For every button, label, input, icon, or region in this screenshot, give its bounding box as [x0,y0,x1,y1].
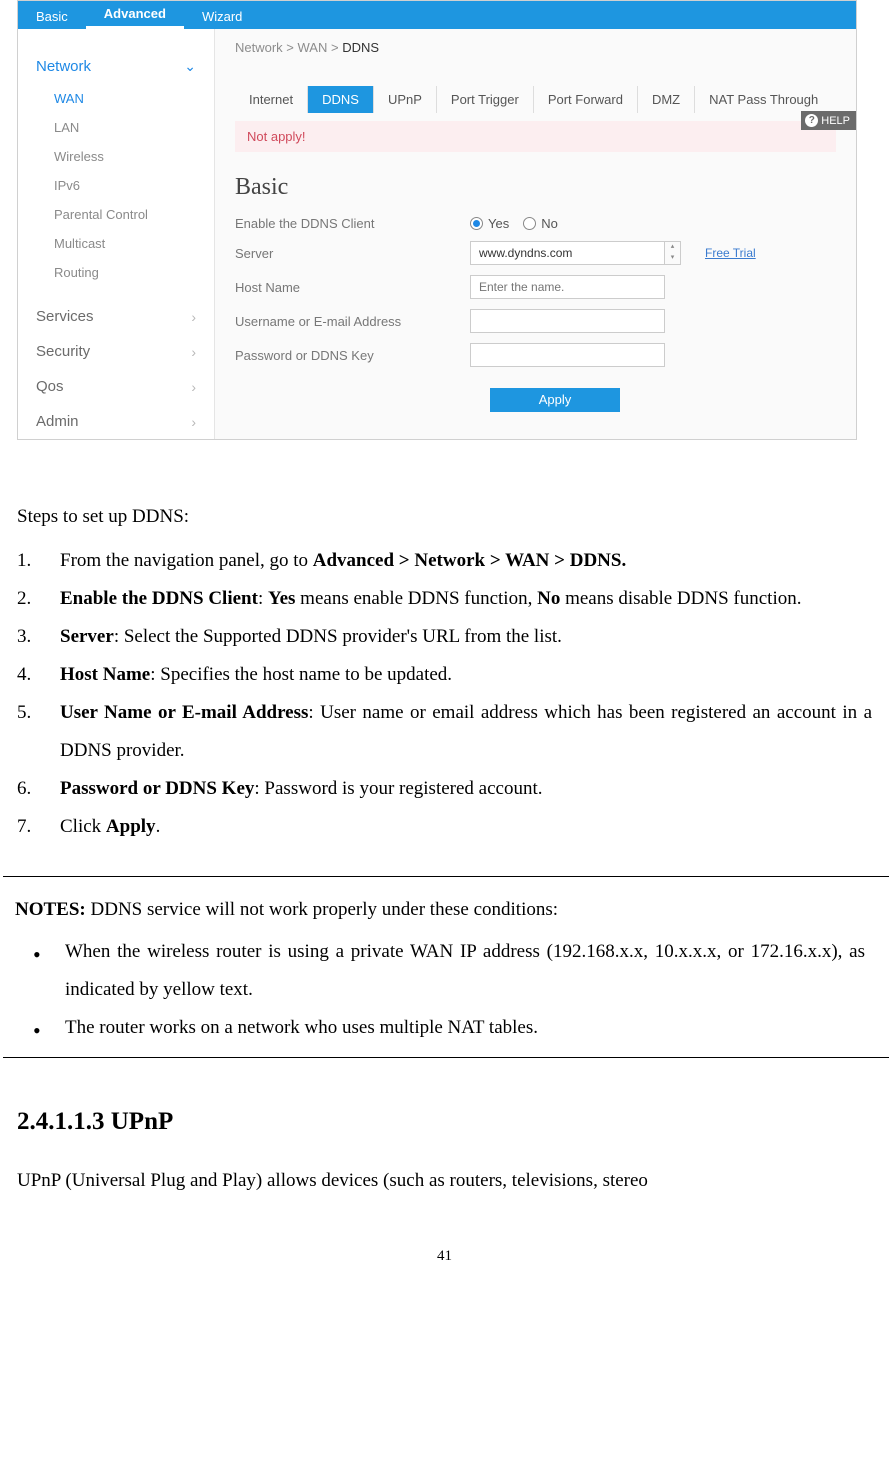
apply-button[interactable]: Apply [490,388,620,412]
sidebar-section-network[interactable]: Network ⌄ [18,49,214,84]
chevron-right-icon: › [191,344,196,360]
document-body: Steps to set up DDNS: From the navigatio… [0,440,872,1200]
sub-tab-internet[interactable]: Internet [235,86,308,113]
sidebar-section-services[interactable]: Services › [18,299,214,334]
step-item: From the navigation panel, go to Advance… [17,542,872,580]
radio-icon [523,217,536,230]
hostname-label: Host Name [235,280,470,295]
radio-label: No [541,216,558,231]
step-item: User Name or E-mail Address: User name o… [17,694,872,770]
server-label: Server [235,246,470,261]
top-tab-advanced[interactable]: Advanced [86,0,184,29]
note-item: When the wireless router is using a priv… [3,933,889,1009]
sidebar-section-label: Services [36,308,94,325]
steps-list: From the navigation panel, go to Advance… [17,542,872,846]
breadcrumb-part: Network [235,40,283,55]
username-input[interactable] [470,309,665,333]
sidebar-section-label: Admin [36,413,79,430]
breadcrumb-current: DDNS [342,40,379,55]
wan-sub-tabs: Internet DDNS UPnP Port Trigger Port For… [235,86,856,113]
step-item: Password or DDNS Key: Password is your r… [17,770,872,808]
step-item: Server: Select the Supported DDNS provid… [17,618,872,656]
sidebar-section-label: Security [36,343,90,360]
step-item: Host Name: Specifies the host name to be… [17,656,872,694]
free-trial-link[interactable]: Free Trial [705,246,756,260]
breadcrumb: Network > WAN > DDNS [215,29,856,66]
sidebar-section-label: Qos [36,378,64,395]
step-item: Enable the DDNS Client: Yes means enable… [17,580,872,618]
notes-box: NOTES: DDNS service will not work proper… [3,876,889,1058]
upnp-heading: 2.4.1.1.3 UPnP [17,1108,872,1136]
chevron-right-icon: › [191,379,196,395]
sidebar-item-wan[interactable]: WAN [18,84,214,113]
help-icon: ? [805,114,818,127]
sidebar: Network ⌄ WAN LAN Wireless IPv6 Parental… [18,29,215,439]
sub-tab-dmz[interactable]: DMZ [638,86,695,113]
username-label: Username or E-mail Address [235,314,470,329]
sub-tab-upnp[interactable]: UPnP [374,86,437,113]
help-button[interactable]: ? HELP [801,111,856,130]
breadcrumb-part: WAN [298,40,328,55]
sidebar-item-parental[interactable]: Parental Control [18,200,214,229]
top-tabs: Basic Advanced Wizard [18,1,856,29]
sidebar-section-label: Network [36,58,91,75]
sidebar-item-ipv6[interactable]: IPv6 [18,171,214,200]
main-content: Network > WAN > DDNS Internet DDNS UPnP … [215,29,856,439]
steps-intro: Steps to set up DDNS: [17,498,872,536]
sidebar-section-security[interactable]: Security › [18,334,214,369]
top-tab-wizard[interactable]: Wizard [184,3,260,29]
note-item: The router works on a network who uses m… [3,1009,889,1047]
enable-yes-option[interactable]: Yes [470,216,509,231]
server-spinner[interactable]: ▴ ▾ [665,241,681,265]
chevron-down-icon: ⌄ [184,58,196,75]
sub-tab-port-forward[interactable]: Port Forward [534,86,638,113]
section-title: Basic [215,160,856,211]
sub-tab-port-trigger[interactable]: Port Trigger [437,86,534,113]
upnp-paragraph: UPnP (Universal Plug and Play) allows de… [17,1162,872,1200]
top-tab-basic[interactable]: Basic [18,3,86,29]
chevron-right-icon: › [191,414,196,430]
sub-tab-nat-pass[interactable]: NAT Pass Through [695,86,832,113]
chevron-right-icon: › [191,309,196,325]
sidebar-section-admin[interactable]: Admin › [18,404,214,439]
hostname-input[interactable] [470,275,665,299]
sidebar-section-qos[interactable]: Qos › [18,369,214,404]
sidebar-item-multicast[interactable]: Multicast [18,229,214,258]
sub-tab-ddns[interactable]: DDNS [308,86,374,113]
radio-icon [470,217,483,230]
enable-no-option[interactable]: No [523,216,558,231]
notes-list: When the wireless router is using a priv… [3,933,889,1047]
page-number: 41 [0,1248,889,1277]
enable-ddns-label: Enable the DDNS Client [235,216,470,231]
router-admin-screenshot: Basic Advanced Wizard Network ⌄ WAN LAN … [17,0,857,440]
step-item: Click Apply. [17,808,872,846]
spin-down-icon: ▾ [665,253,680,264]
sidebar-item-lan[interactable]: LAN [18,113,214,142]
alert-banner: Not apply! [235,121,836,152]
server-input[interactable] [470,241,665,265]
sidebar-item-wireless[interactable]: Wireless [18,142,214,171]
password-label: Password or DDNS Key [235,348,470,363]
radio-label: Yes [488,216,509,231]
sidebar-item-routing[interactable]: Routing [18,258,214,287]
help-label: HELP [821,115,850,127]
notes-intro: NOTES: DDNS service will not work proper… [3,887,889,933]
password-input[interactable] [470,343,665,367]
spin-up-icon: ▴ [665,242,680,253]
